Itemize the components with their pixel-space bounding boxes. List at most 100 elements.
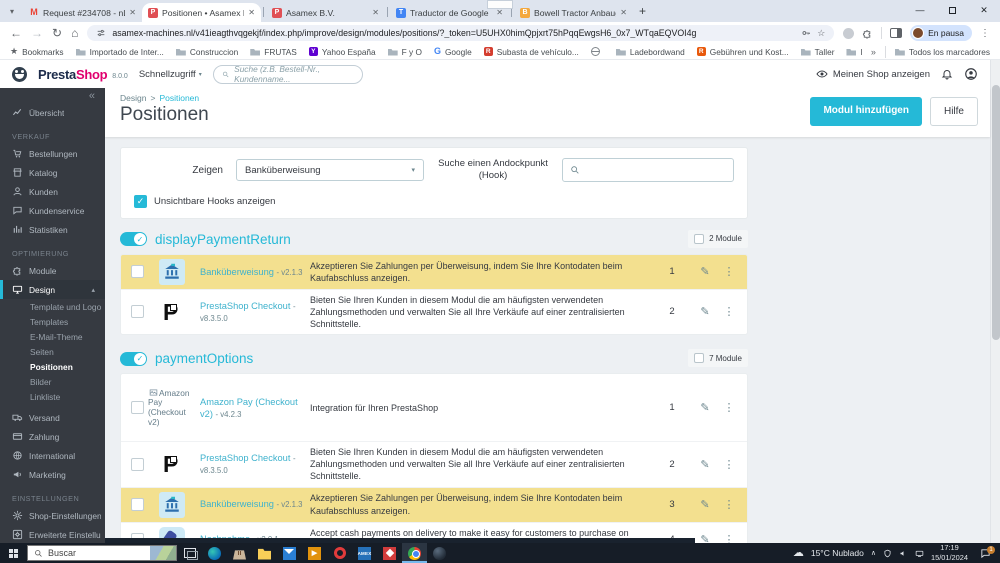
bookmark-item[interactable]: Ladebordwand [615, 47, 685, 57]
bookmark-item[interactable]: Taller [800, 47, 834, 57]
sidebar-item-katalog[interactable]: Katalog [0, 163, 105, 182]
help-button[interactable]: Hilfe [929, 97, 978, 126]
sidebar-item-statistiken[interactable]: Statistiken [0, 220, 105, 239]
module-link[interactable]: PrestaShop Checkout - v8.3.5.0 [200, 452, 310, 476]
sidebar-item-shop-einstellungen[interactable]: Shop-Einstellungen [0, 506, 105, 525]
account-icon[interactable] [964, 67, 978, 81]
mail-app[interactable] [277, 543, 302, 563]
row-checkbox[interactable] [131, 457, 144, 471]
browser-tab-2-active[interactable]: P Positionen • Asamex B.V. ✕ [142, 3, 261, 22]
sidebar-item-uebersicht[interactable]: Übersicht [0, 103, 105, 122]
hook-toggle[interactable]: ✓ [120, 351, 147, 366]
dark-app[interactable] [427, 543, 452, 563]
quick-access-dropdown[interactable]: Schnellzugriff ▾ [139, 69, 202, 80]
row-checkbox[interactable] [131, 498, 144, 512]
forward-icon[interactable]: → [31, 27, 43, 39]
scrollbar-thumb[interactable] [992, 85, 1000, 340]
tab-close-icon[interactable]: ✕ [496, 8, 503, 17]
clock[interactable]: 17:19 15/01/2024 [931, 543, 968, 562]
file-explorer-app[interactable] [252, 543, 277, 563]
add-module-button[interactable]: Modul hinzufügen [810, 97, 922, 126]
bookmark-item[interactable]: Importado de Inter... [75, 47, 164, 57]
sidebar-sub-bilder[interactable]: Bilder [0, 374, 105, 389]
row-checkbox[interactable] [131, 401, 144, 415]
tab-close-icon[interactable]: ✕ [248, 8, 255, 17]
sidebar-collapse-button[interactable]: « [0, 88, 105, 103]
start-button[interactable] [0, 543, 27, 563]
bookmark-item[interactable]: R Subasta de vehículo... [483, 47, 579, 57]
module-link[interactable]: PrestaShop Checkout - v8.3.5.0 [200, 300, 310, 324]
hook-name[interactable]: paymentOptions [155, 351, 253, 366]
sidebar-sub-templates[interactable]: Templates [0, 314, 105, 329]
sidebar-sub-linkliste[interactable]: Linkliste [0, 389, 105, 404]
movies-app[interactable]: ▶ [302, 543, 327, 563]
bookmark-item[interactable] [590, 47, 604, 56]
notification-center[interactable]: 1 [975, 545, 995, 559]
speaker-icon[interactable] [899, 549, 908, 558]
row-checkbox[interactable] [131, 265, 144, 279]
task-view-button[interactable] [177, 543, 202, 563]
photos-app[interactable] [377, 543, 402, 563]
browser-tab-1[interactable]: M Request #234708 - nLasamex() ✕ [23, 3, 142, 22]
hook-search-input[interactable] [587, 159, 733, 181]
sidebar-item-kunden[interactable]: Kunden [0, 182, 105, 201]
tab-close-icon[interactable]: ✕ [372, 8, 379, 17]
url-text[interactable]: asamex-machines.nl/v41ieagthvqgekjf/inde… [112, 28, 795, 38]
breadcrumb-parent[interactable]: Design [120, 93, 146, 103]
bookmark-item[interactable]: FRUTAS [250, 47, 297, 57]
sidebar-item-versand[interactable]: Versand [0, 408, 105, 427]
bookmark-item[interactable]: Construccion [175, 47, 238, 57]
sidebar-item-international[interactable]: International [0, 446, 105, 465]
sidebar-sub-positionen[interactable]: Positionen [0, 359, 105, 374]
sidebar-item-erweiterte-einstellungen[interactable]: Erweiterte Einstellungen [0, 525, 105, 543]
sidebar-item-bestellungen[interactable]: Bestellungen [0, 144, 105, 163]
bookmark-item[interactable]: G Google [434, 47, 472, 57]
module-filter-select[interactable]: Banküberweisung ▾ [236, 159, 424, 182]
sidebar-item-marketing[interactable]: Marketing [0, 465, 105, 484]
notifications-bell-icon[interactable] [941, 68, 953, 80]
tab-search-icon[interactable]: ▾ [4, 3, 20, 19]
password-key-icon[interactable] [801, 28, 811, 38]
bookmarks-overflow-icon[interactable]: » [871, 47, 876, 57]
edge-app[interactable] [202, 543, 227, 563]
shield-icon[interactable] [883, 549, 892, 558]
hook-name[interactable]: displayPaymentReturn [155, 232, 291, 247]
edit-pencil-icon[interactable]: ✎ [689, 401, 721, 414]
sidebar-sub-email-theme[interactable]: E-Mail-Theme [0, 329, 105, 344]
bookmark-item[interactable]: R Gebühren und Kost... [696, 47, 789, 57]
row-menu-icon[interactable]: ⋮ [721, 265, 737, 278]
extensions-puzzle-icon[interactable] [862, 28, 873, 39]
maximize-button[interactable] [936, 0, 968, 20]
select-all-checkbox[interactable] [694, 353, 705, 364]
side-panel-icon[interactable] [890, 28, 903, 38]
edit-pencil-icon[interactable]: ✎ [689, 498, 721, 511]
store-app[interactable]: ii [227, 543, 252, 563]
view-shop-link[interactable]: Meinen Shop anzeigen [816, 68, 930, 80]
page-scrollbar[interactable] [990, 60, 1000, 543]
hook-search-field[interactable] [562, 158, 734, 183]
edit-pencil-icon[interactable]: ✎ [689, 458, 721, 471]
browser-tab-5[interactable]: B Bowell Tractor Anbaugeräte, Fr... ✕ [514, 3, 633, 22]
chrome-app-active[interactable] [402, 543, 427, 563]
browser-menu-icon[interactable]: ⋮ [980, 28, 990, 39]
tab-close-icon[interactable]: ✕ [620, 8, 627, 17]
row-menu-icon[interactable]: ⋮ [721, 533, 737, 543]
tray-expand-icon[interactable]: ∧ [871, 549, 876, 557]
new-tab-button[interactable]: + [639, 4, 646, 18]
network-icon[interactable] [915, 549, 924, 558]
bookmark-item[interactable]: Y Yahoo España [308, 47, 376, 57]
sidebar-item-zahlung[interactable]: Zahlung [0, 427, 105, 446]
amex-app[interactable]: AMEX [352, 543, 377, 563]
hook-toggle[interactable]: ✓ [120, 232, 147, 247]
row-menu-icon[interactable]: ⋮ [721, 305, 737, 318]
module-link[interactable]: Banküberweisung - v2.1.3 [200, 266, 310, 278]
row-checkbox[interactable] [131, 305, 144, 319]
admin-search-input[interactable]: Suche (z.B. Bestell-Nr., Kundenname... [212, 64, 363, 84]
bookmark-item[interactable]: Importados (5) [846, 47, 862, 57]
address-bar[interactable]: asamex-machines.nl/v41ieagthvqgekjf/inde… [87, 25, 835, 41]
sidebar-sub-template-und-logo[interactable]: Template und Logo [0, 299, 105, 314]
tab-close-icon[interactable]: ✕ [129, 8, 136, 17]
profile-badge[interactable]: En pausa [910, 25, 972, 41]
bookmark-item[interactable]: F y O [387, 47, 422, 57]
sidebar-sub-seiten[interactable]: Seiten [0, 344, 105, 359]
